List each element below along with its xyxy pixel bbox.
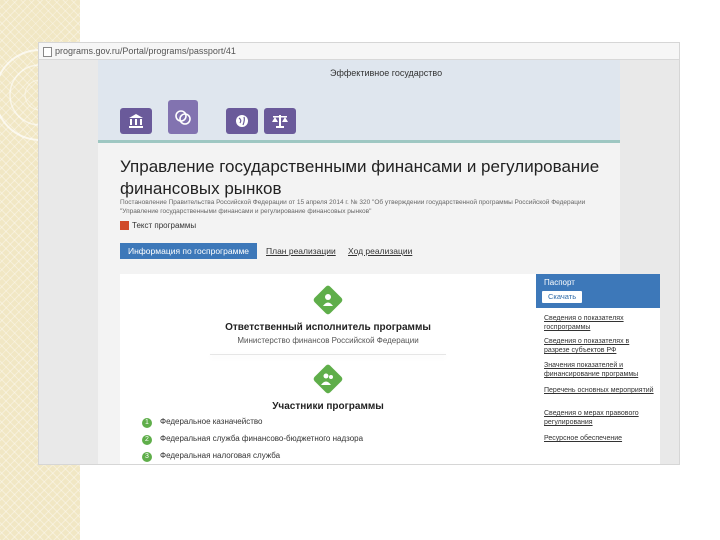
section-divider: [210, 354, 446, 355]
participant-item: 3 Федеральная налоговая служба: [142, 451, 281, 462]
participants-title: Участники программы: [272, 401, 384, 412]
download-button[interactable]: Скачать: [542, 291, 583, 303]
passport-header: Паспорт Скачать: [536, 274, 660, 308]
tab-implementation-plan[interactable]: План реализации: [266, 243, 336, 259]
site-header: Эффективное государство: [98, 60, 620, 143]
passport-link[interactable]: Сведения о показателях госпрограммы: [544, 314, 656, 332]
page-description: Постановление Правительства Российской Ф…: [120, 199, 586, 215]
passport-link[interactable]: Перечень основных мероприятий: [544, 386, 656, 395]
url-text: programs.gov.ru/Portal/programs/passport…: [55, 46, 236, 56]
passport-title: Паспорт: [544, 278, 575, 287]
participant-name: Федеральное казначейство: [160, 417, 263, 426]
passport-link[interactable]: Сведения о показателях в разрезе субъект…: [544, 337, 656, 355]
pdf-link[interactable]: Текст программы: [120, 221, 197, 231]
responsible-value: Министерство финансов Российской Федерац…: [237, 336, 419, 345]
tab-program-info[interactable]: Информация по госпрограмме: [120, 243, 258, 259]
passport-link[interactable]: Значения показателей и финансирование пр…: [544, 361, 656, 379]
pdf-icon: [120, 221, 129, 231]
tab-bar: Информация по госпрограмме План реализац…: [120, 243, 620, 259]
left-gutter: [39, 60, 98, 464]
passport-link[interactable]: Сведения о мерах правового регулирования: [544, 409, 656, 427]
tab-implementation-progress[interactable]: Ход реализации: [348, 243, 412, 259]
scales-icon[interactable]: [264, 108, 296, 134]
coins-icon[interactable]: [168, 100, 198, 134]
responsible-icon: [312, 284, 344, 316]
address-bar[interactable]: programs.gov.ru/Portal/programs/passport…: [39, 43, 679, 60]
institution-icon[interactable]: [120, 108, 152, 134]
participant-number: 2: [142, 435, 152, 445]
program-info-panel: Ответственный исполнитель программы Мини…: [120, 274, 536, 464]
screenshot-frame: programs.gov.ru/Portal/programs/passport…: [38, 42, 680, 465]
responsible-title: Ответственный исполнитель программы: [225, 322, 431, 333]
passport-panel: Паспорт Скачать Сведения о показателях г…: [536, 274, 660, 464]
participant-number: 1: [142, 418, 152, 428]
participant-number: 3: [142, 452, 152, 462]
pdf-link-label: Текст программы: [132, 221, 197, 230]
participant-name: Федеральная налоговая служба: [160, 451, 281, 460]
participant-name: Федеральная служба финансово-бюджетного …: [160, 434, 364, 443]
participants-icon: [312, 363, 344, 395]
participant-item: 1 Федеральное казначейство: [142, 417, 263, 428]
passport-link[interactable]: Ресурсное обеспечение: [544, 434, 656, 443]
page-icon: [43, 47, 52, 57]
header-title[interactable]: Эффективное государство: [330, 68, 442, 78]
globe-icon[interactable]: [226, 108, 258, 134]
portal-page: Эффективное государство Управление госуд…: [98, 60, 660, 464]
participant-item: 2 Федеральная служба финансово-бюджетного…: [142, 434, 364, 445]
page-title: Управление государственными финансами и …: [120, 157, 600, 198]
